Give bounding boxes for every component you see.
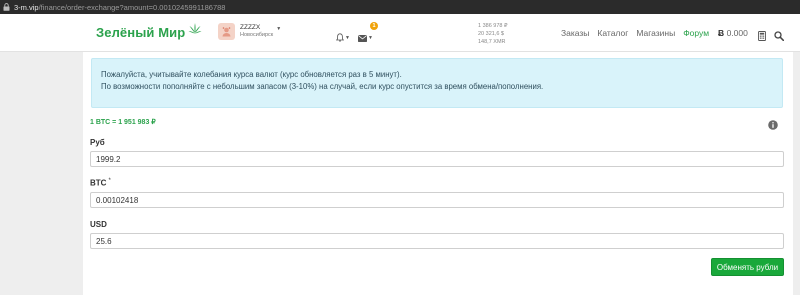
nav-shops[interactable]: Магазины	[636, 28, 675, 38]
mail-icon	[358, 29, 367, 47]
rub-field[interactable]	[90, 151, 784, 167]
user-menu[interactable]: ZZZZX Новосибирск ▼	[218, 23, 281, 40]
required-mark: *	[108, 178, 111, 184]
logo-text: Зелёный Мир	[96, 25, 186, 40]
usd-input[interactable]	[96, 236, 783, 246]
nav-catalog[interactable]: Каталог	[597, 28, 628, 38]
alert-line-1: Пожалуйста, учитывайте колебания курса в…	[101, 70, 402, 79]
balance-usd: 20 321,6 $	[478, 31, 504, 37]
bitcoin-icon: Ƀ	[718, 28, 725, 38]
nav-orders[interactable]: Заказы	[561, 28, 589, 38]
main-nav: Заказы Каталог Магазины Форум Ƀ 0.000	[561, 28, 748, 38]
site-header: Зелёный Мир ZZZZX Новосибирск ▼ ▼ ▼ 1 1 …	[0, 14, 800, 52]
url-text[interactable]: 3-m.vip/finance/order-exchange?amount=0.…	[14, 3, 225, 12]
exchange-rubles-button[interactable]: Обменять рубли	[711, 258, 784, 276]
balance-xmr: 148,7 XMR	[478, 39, 506, 45]
nav-forum[interactable]: Форум	[683, 28, 709, 38]
wallet-balances: 1 386 978 ₽ 20 321,6 $ 148,7 XMR	[478, 23, 508, 48]
btc-field[interactable]	[90, 192, 784, 208]
user-city: Новосибирск	[240, 32, 274, 38]
notifications-dropdown[interactable]: ▼	[335, 29, 350, 47]
avatar	[218, 23, 235, 40]
btc-balance-value: 0.000	[726, 28, 748, 38]
info-alert: Пожалуйста, учитывайте колебания курса в…	[91, 58, 783, 108]
btc-label-text: BTC	[90, 178, 107, 188]
info-icon[interactable]	[768, 117, 778, 135]
bell-icon	[335, 29, 345, 47]
chevron-down-icon: ▼	[276, 25, 282, 32]
usd-field[interactable]	[90, 233, 784, 249]
alert-line-2: По возможности пополняйте с небольшим за…	[101, 82, 544, 91]
btc-input[interactable]	[96, 195, 783, 205]
btc-label: BTC *	[90, 178, 111, 188]
chevron-down-icon: ▼	[368, 35, 373, 41]
chevron-down-icon: ▼	[345, 35, 350, 41]
browser-address-bar[interactable]: 3-m.vip/finance/order-exchange?amount=0.…	[0, 0, 800, 14]
site-logo[interactable]: Зелёный Мир	[96, 22, 202, 40]
url-host: 3-m.vip	[14, 2, 39, 12]
balance-rub: 1 386 978 ₽	[478, 23, 508, 29]
rub-input[interactable]	[96, 154, 783, 164]
rub-label: Руб	[90, 138, 105, 147]
search-icon[interactable]	[774, 28, 785, 46]
usd-label: USD	[90, 220, 107, 229]
leaf-icon	[188, 22, 202, 40]
url-path: /finance/order-exchange?amount=0.0010245…	[38, 2, 226, 12]
lock-icon	[2, 3, 11, 12]
calculator-icon[interactable]	[758, 28, 766, 46]
user-name: ZZZZX	[240, 23, 261, 31]
messages-dropdown[interactable]: ▼	[358, 29, 373, 47]
exchange-rate: 1 BTC = 1 951 983 ₽	[90, 119, 156, 126]
exchange-form-card: Пожалуйста, учитывайте колебания курса в…	[83, 52, 793, 295]
mail-badge: 1	[370, 22, 378, 30]
btc-balance[interactable]: Ƀ 0.000	[718, 28, 748, 38]
